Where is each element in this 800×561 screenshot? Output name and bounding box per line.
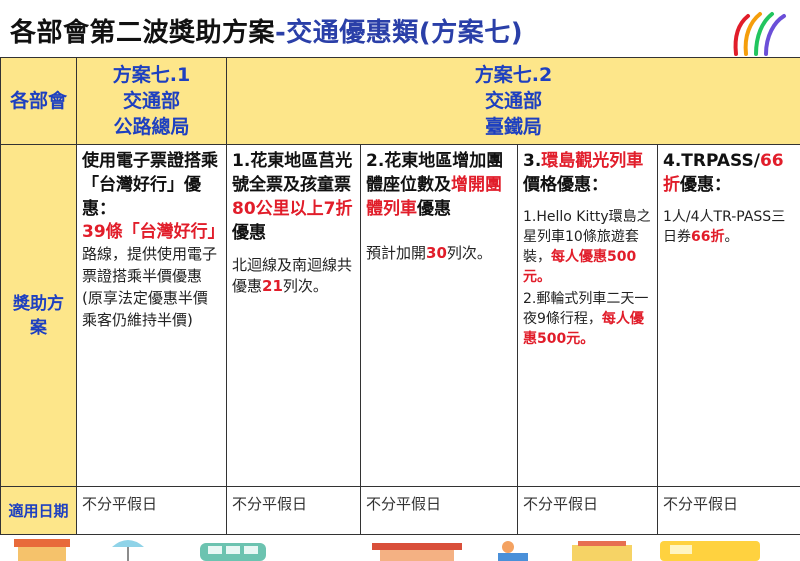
date-cell: 不分平假日 (76, 486, 227, 535)
date-row-label: 適用日期 (0, 486, 77, 535)
c3-head2: 優惠 (417, 199, 451, 219)
c2-body2: 列次。 (282, 277, 328, 295)
c1-head: 使用電子票證搭乘「台灣好行」優惠： (82, 151, 218, 219)
plan72-line3: 臺鐵局 (485, 116, 543, 138)
page-title: 各部會第二波獎助方案-交通優惠類(方案七) (10, 12, 523, 49)
c5-red2: 66折 (691, 229, 725, 245)
cell-plan72-2: 2.花東地區增加團體座位數及增開團體列車優惠 預計加開30列次。 (360, 144, 518, 487)
date-cell: 不分平假日 (517, 486, 658, 535)
date-cell: 不分平假日 (226, 486, 361, 535)
plan71-line3: 公路總局 (113, 116, 190, 138)
date-cell: 不分平假日 (360, 486, 518, 535)
cafe-icon (572, 541, 632, 561)
date-row: 適用日期 不分平假日 不分平假日 不分平假日 不分平假日 不分平假日 (0, 486, 800, 535)
rainbow-logo-icon (733, 12, 786, 56)
c5-body2: 。 (724, 229, 739, 245)
ministry-header: 各部會 (0, 57, 77, 145)
c3-red2: 30 (426, 244, 447, 262)
c4-head2: 價格優惠： (523, 175, 608, 195)
c4-red1: 環島觀光列車 (541, 151, 644, 171)
c3-body2: 列次。 (446, 244, 492, 262)
reward-row-label: 獎助方案 (0, 144, 77, 487)
plan72-line2: 交通部 (485, 90, 543, 112)
cell-plan72-3: 3.環島觀光列車價格優惠： 1.Hello Kitty環島之星列車10條旅遊套裝… (517, 144, 658, 487)
c2-head2: 優惠 (232, 223, 266, 243)
title-main: 各部會第二波獎助方案 (10, 18, 276, 48)
date-cell: 不分平假日 (656, 486, 800, 535)
c2-head1: 1.花東地區莒光號全票及孩童票 (232, 151, 353, 195)
plan72-header: 方案七.2 交通部 臺鐵局 (225, 57, 800, 145)
plan71-header: 方案七.1 交通部 公路總局 (76, 57, 227, 145)
cell-plan72-1: 1.花東地區莒光號全票及孩童票80公里以上7折優惠 北迴線及南迴線共優惠21列次… (226, 144, 361, 487)
cell-plan71: 使用電子票證搭乘「台灣好行」優惠： 39條「台灣好行」路線，提供使用電子票證搭乘… (76, 144, 227, 487)
title-subtitle: -交通優惠類(方案七) (275, 18, 524, 48)
cell-plan72-4: 4.TRPASS/66折優惠： 1人/4人TR-PASS三日券66折。 (656, 144, 800, 487)
bus-icon (200, 543, 266, 561)
c4-head1: 3. (523, 151, 542, 171)
reward-row: 獎助方案 使用電子票證搭乘「台灣好行」優惠： 39條「台灣好行」路線，提供使用電… (0, 144, 800, 487)
footer-illustration (14, 539, 760, 561)
shop-stall-icon (14, 539, 70, 561)
c1-body: 路線，提供使用電子票證搭乘半價優惠(原享法定優惠半價乘客仍維持半價) (82, 245, 218, 329)
food-truck-icon (660, 541, 760, 561)
header-row: 各部會 方案七.1 交通部 公路總局 方案七.2 交通部 臺鐵局 (0, 57, 800, 145)
plan-table: 各部會 方案七.1 交通部 公路總局 方案七.2 交通部 臺鐵局 獎助方案 使用… (0, 57, 800, 535)
c2-red1: 80公里以上7折 (232, 199, 353, 219)
c5-head2: 優惠： (680, 175, 731, 195)
market-stall-icon (372, 543, 462, 561)
umbrella-icon (112, 540, 144, 561)
c2-red2: 21 (262, 277, 283, 295)
plan71-line2: 交通部 (122, 90, 180, 112)
c3-body1: 預計加開 (366, 244, 427, 262)
plan71-line1: 方案七.1 (112, 64, 191, 86)
plan72-line1: 方案七.2 (474, 64, 553, 86)
c5-head1: 4.TRPASS/ (663, 151, 760, 171)
picnic-icon (498, 541, 528, 561)
c1-red: 39條「台灣好行」 (82, 222, 225, 242)
